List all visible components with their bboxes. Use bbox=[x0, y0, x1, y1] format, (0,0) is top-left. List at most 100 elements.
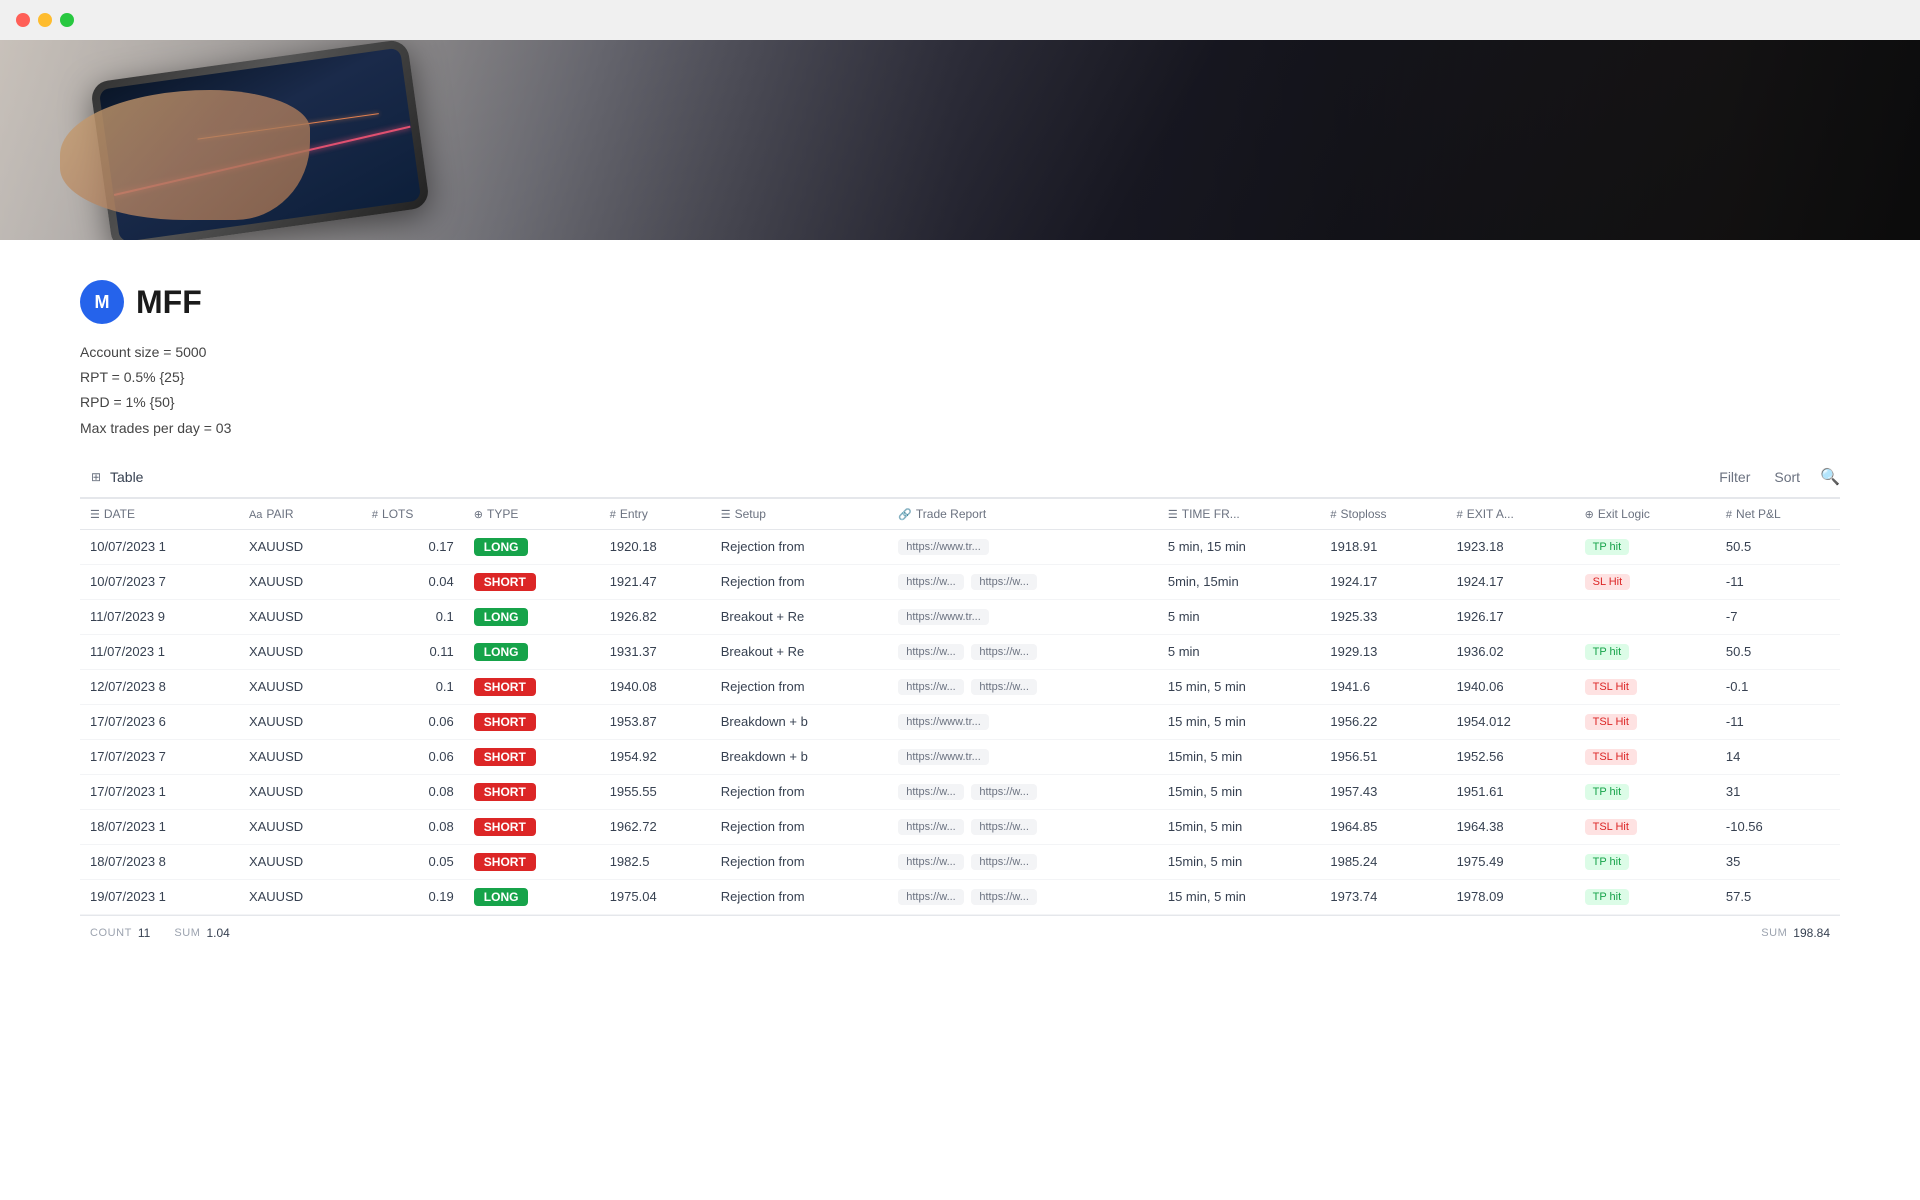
rpd-label: RPD = 1% {50} bbox=[80, 390, 1840, 415]
cell-stoploss: 1929.13 bbox=[1320, 634, 1446, 669]
cell-lots: 0.05 bbox=[362, 844, 464, 879]
cell-trade-report: https://www.tr... bbox=[888, 739, 1158, 774]
cell-net-pl: 14 bbox=[1716, 739, 1840, 774]
filter-button[interactable]: Filter bbox=[1715, 467, 1754, 487]
cell-setup: Rejection from bbox=[711, 879, 888, 914]
cell-lots: 0.04 bbox=[362, 564, 464, 599]
table-row: 18/07/2023 1 XAUUSD 0.08 SHORT 1962.72 R… bbox=[80, 809, 1840, 844]
cell-date: 10/07/2023 1 bbox=[80, 529, 239, 564]
cell-date: 10/07/2023 7 bbox=[80, 564, 239, 599]
title-bar bbox=[0, 0, 1920, 40]
cell-exit-logic: TSL Hit bbox=[1575, 669, 1716, 704]
cell-exit-logic: SL Hit bbox=[1575, 564, 1716, 599]
cell-setup: Rejection from bbox=[711, 669, 888, 704]
cell-entry: 1921.47 bbox=[600, 564, 711, 599]
hero-image bbox=[0, 40, 1920, 240]
cell-setup: Breakdown + b bbox=[711, 739, 888, 774]
cell-setup: Rejection from bbox=[711, 529, 888, 564]
table-controls: ⊞ Table Filter Sort 🔍 bbox=[80, 465, 1840, 499]
table-row: 17/07/2023 6 XAUUSD 0.06 SHORT 1953.87 B… bbox=[80, 704, 1840, 739]
cell-entry: 1926.82 bbox=[600, 599, 711, 634]
cell-pair: XAUUSD bbox=[239, 634, 362, 669]
cell-stoploss: 1956.22 bbox=[1320, 704, 1446, 739]
cell-exit-at: 1951.61 bbox=[1447, 774, 1575, 809]
sum-label-right: SUM bbox=[1761, 927, 1787, 939]
cell-exit-at: 1952.56 bbox=[1447, 739, 1575, 774]
cell-time-fr: 5min, 15min bbox=[1158, 564, 1321, 599]
meta-info: Account size = 5000 RPT = 0.5% {25} RPD … bbox=[80, 340, 1840, 441]
maximize-button[interactable] bbox=[60, 13, 74, 27]
sort-button[interactable]: Sort bbox=[1770, 467, 1804, 487]
col-time-fr: ☰TIME FR... bbox=[1158, 499, 1321, 530]
cell-type: SHORT bbox=[464, 774, 600, 809]
page-header: M MFF bbox=[80, 280, 1840, 324]
cell-stoploss: 1973.74 bbox=[1320, 879, 1446, 914]
cell-exit-logic: TSL Hit bbox=[1575, 809, 1716, 844]
col-setup: ☰Setup bbox=[711, 499, 888, 530]
table-row: 10/07/2023 1 XAUUSD 0.17 LONG 1920.18 Re… bbox=[80, 529, 1840, 564]
cell-exit-at: 1926.17 bbox=[1447, 599, 1575, 634]
table-row: 11/07/2023 9 XAUUSD 0.1 LONG 1926.82 Bre… bbox=[80, 599, 1840, 634]
cell-type: SHORT bbox=[464, 809, 600, 844]
cell-entry: 1920.18 bbox=[600, 529, 711, 564]
cell-pair: XAUUSD bbox=[239, 739, 362, 774]
cell-lots: 0.11 bbox=[362, 634, 464, 669]
col-pair: AaPAIR bbox=[239, 499, 362, 530]
cell-date: 17/07/2023 7 bbox=[80, 739, 239, 774]
table-row: 18/07/2023 8 XAUUSD 0.05 SHORT 1982.5 Re… bbox=[80, 844, 1840, 879]
cell-pair: XAUUSD bbox=[239, 809, 362, 844]
col-lots: #LOTS bbox=[362, 499, 464, 530]
cell-exit-at: 1923.18 bbox=[1447, 529, 1575, 564]
cell-time-fr: 5 min bbox=[1158, 634, 1321, 669]
cell-entry: 1975.04 bbox=[600, 879, 711, 914]
minimize-button[interactable] bbox=[38, 13, 52, 27]
cell-date: 18/07/2023 8 bbox=[80, 844, 239, 879]
cell-setup: Breakout + Re bbox=[711, 634, 888, 669]
cell-type: SHORT bbox=[464, 564, 600, 599]
col-date: ☰DATE bbox=[80, 499, 239, 530]
cell-stoploss: 1924.17 bbox=[1320, 564, 1446, 599]
cell-time-fr: 5 min bbox=[1158, 599, 1321, 634]
account-size-label: Account size = 5000 bbox=[80, 340, 1840, 365]
table-tab[interactable]: ⊞ Table bbox=[80, 465, 151, 489]
data-table: ☰DATE AaPAIR #LOTS ⊕TYPE #Entry ☰Setup 🔗… bbox=[80, 499, 1840, 915]
cell-date: 11/07/2023 9 bbox=[80, 599, 239, 634]
cell-pair: XAUUSD bbox=[239, 844, 362, 879]
cell-stoploss: 1964.85 bbox=[1320, 809, 1446, 844]
cell-entry: 1954.92 bbox=[600, 739, 711, 774]
cell-exit-at: 1940.06 bbox=[1447, 669, 1575, 704]
cell-trade-report: https://w... https://w... bbox=[888, 774, 1158, 809]
page-title: MFF bbox=[136, 284, 202, 321]
cell-net-pl: 50.5 bbox=[1716, 529, 1840, 564]
sum-label-left: SUM bbox=[174, 927, 200, 939]
cell-exit-logic bbox=[1575, 599, 1716, 634]
cell-date: 11/07/2023 1 bbox=[80, 634, 239, 669]
cell-type: SHORT bbox=[464, 739, 600, 774]
cell-trade-report: https://w... https://w... bbox=[888, 564, 1158, 599]
cell-exit-at: 1964.38 bbox=[1447, 809, 1575, 844]
col-trade-report: 🔗Trade Report bbox=[888, 499, 1158, 530]
cell-trade-report: https://www.tr... bbox=[888, 704, 1158, 739]
cell-exit-logic: TP hit bbox=[1575, 774, 1716, 809]
table-row: 17/07/2023 7 XAUUSD 0.06 SHORT 1954.92 B… bbox=[80, 739, 1840, 774]
cell-pair: XAUUSD bbox=[239, 599, 362, 634]
footer-sum-pnl: SUM 198.84 bbox=[1761, 926, 1830, 940]
cell-exit-at: 1975.49 bbox=[1447, 844, 1575, 879]
search-icon[interactable]: 🔍 bbox=[1820, 467, 1840, 487]
cell-trade-report: https://w... https://w... bbox=[888, 879, 1158, 914]
cell-time-fr: 5 min, 15 min bbox=[1158, 529, 1321, 564]
col-net-pl: #Net P&L bbox=[1716, 499, 1840, 530]
cell-time-fr: 15min, 5 min bbox=[1158, 739, 1321, 774]
cell-pair: XAUUSD bbox=[239, 564, 362, 599]
cell-net-pl: -11 bbox=[1716, 704, 1840, 739]
cell-pair: XAUUSD bbox=[239, 529, 362, 564]
close-button[interactable] bbox=[16, 13, 30, 27]
cell-type: LONG bbox=[464, 879, 600, 914]
cell-stoploss: 1941.6 bbox=[1320, 669, 1446, 704]
cell-time-fr: 15min, 5 min bbox=[1158, 774, 1321, 809]
col-exit-logic: ⊕Exit Logic bbox=[1575, 499, 1716, 530]
sum-pnl-value: 198.84 bbox=[1793, 926, 1830, 940]
cell-stoploss: 1918.91 bbox=[1320, 529, 1446, 564]
cell-lots: 0.19 bbox=[362, 879, 464, 914]
cell-type: SHORT bbox=[464, 844, 600, 879]
